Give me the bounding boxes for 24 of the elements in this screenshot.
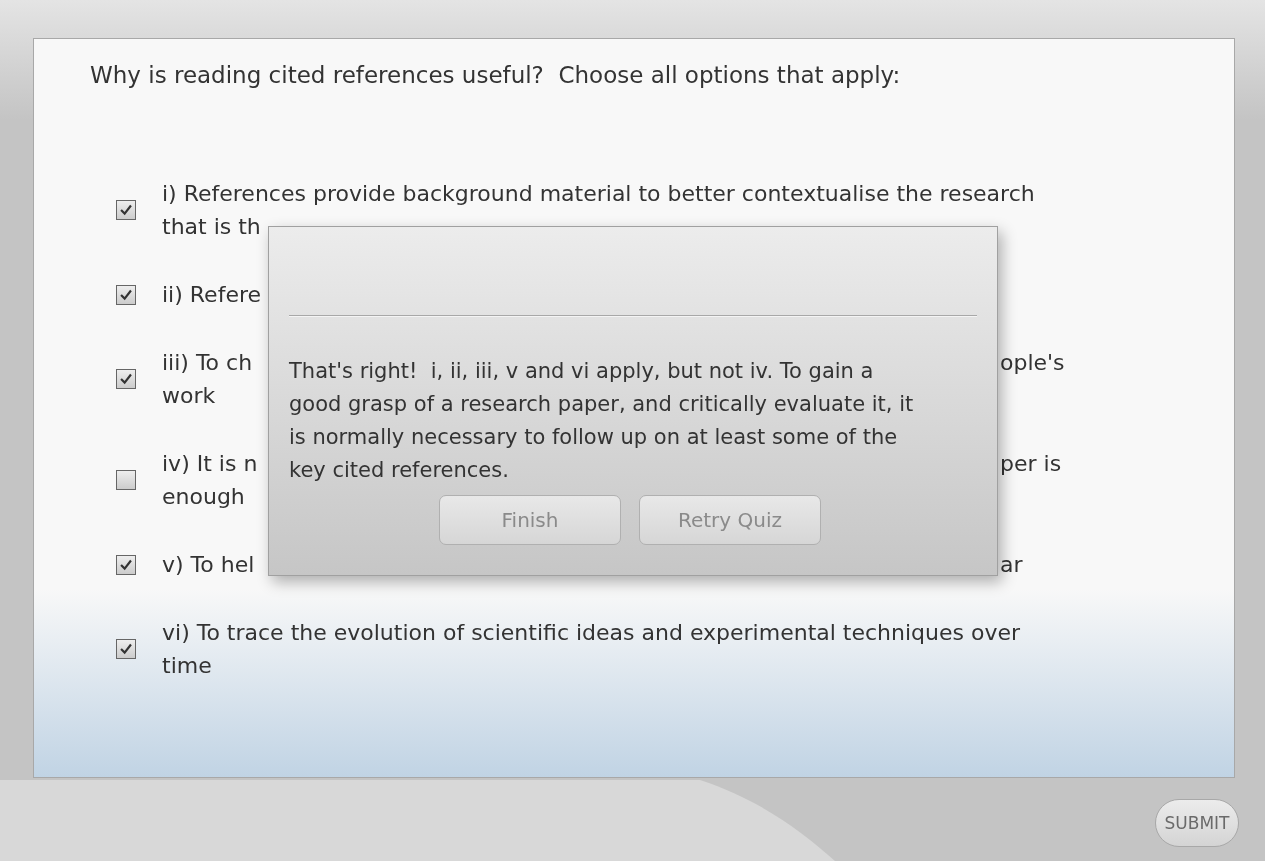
option-text: vi) To trace the evolution of scientific ideas and experimental techniques over bbox=[162, 619, 1021, 647]
retry-button[interactable]: Retry Quiz bbox=[639, 495, 821, 545]
checkbox[interactable] bbox=[116, 369, 136, 389]
option-text: enough bbox=[162, 483, 245, 511]
checkbox[interactable] bbox=[116, 639, 136, 659]
option-text: iv) It is n bbox=[162, 450, 258, 478]
feedback-message: That's right! i, ii, iii, v and vi apply, but not iv. To gain a good grasp of a research paper, and critically evaluate it, it is normally necessary to follow up on at least some of the key cited references. bbox=[289, 358, 915, 484]
option-text: ii) Refere bbox=[162, 281, 261, 309]
question-text: Why is reading cited references useful? Choose all options that apply: bbox=[90, 61, 902, 90]
option-text: that is th bbox=[162, 213, 261, 241]
option-text: iii) To ch bbox=[162, 349, 253, 377]
checkbox[interactable] bbox=[116, 200, 136, 220]
checkbox[interactable] bbox=[116, 554, 136, 575]
checkbox[interactable] bbox=[116, 470, 136, 490]
option-text: i) References provide background material to better contextualise the research bbox=[162, 180, 1035, 208]
option-text: v) To hel bbox=[162, 551, 255, 579]
option-text: time bbox=[162, 652, 212, 680]
option-text: per is bbox=[1000, 450, 1062, 478]
option-text: work bbox=[162, 382, 216, 410]
finish-button[interactable]: Finish bbox=[439, 495, 621, 545]
option-text: ople's bbox=[1000, 349, 1065, 377]
option-text: ar bbox=[1000, 551, 1023, 579]
checkbox[interactable] bbox=[116, 284, 136, 305]
submit-button[interactable]: SUBMIT bbox=[1155, 799, 1239, 847]
